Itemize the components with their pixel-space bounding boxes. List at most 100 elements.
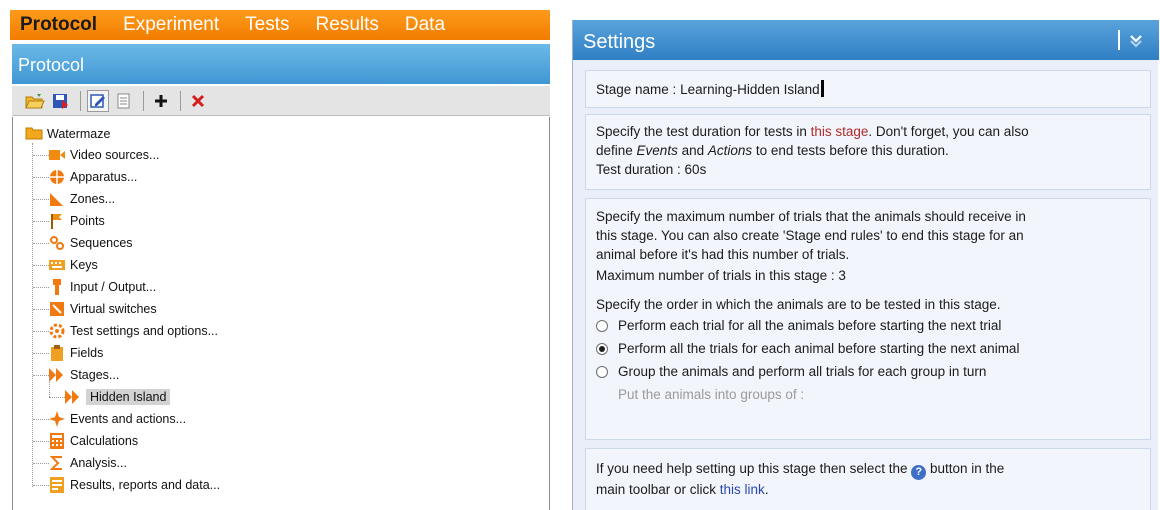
tree-connector (33, 309, 49, 310)
order-option-label: Perform each trial for all the animals b… (618, 318, 1002, 333)
edit-icon[interactable] (87, 89, 109, 112)
tree-connector (33, 441, 49, 442)
tree-item[interactable]: Points (49, 211, 105, 231)
stages-icon (65, 389, 81, 405)
trials-line-3: animal before it's had this number of tr… (596, 247, 850, 262)
delete-icon[interactable] (187, 90, 209, 112)
tree-item[interactable]: Video sources... (49, 145, 159, 165)
clipboard-icon (49, 345, 65, 361)
duration-text: . Don't forget, you can also (868, 124, 1029, 139)
tree-item-label: Virtual switches (70, 302, 157, 316)
tree-connector (33, 199, 49, 200)
order-options: Perform each trial for all the animals b… (596, 314, 1140, 383)
tree-connector (33, 265, 49, 266)
order-option-label: Group the animals and perform all trials… (618, 364, 987, 379)
report-icon (49, 477, 65, 493)
help-text: . (764, 482, 769, 497)
video-icon (49, 147, 65, 163)
order-option[interactable]: Group the animals and perform all trials… (596, 360, 1140, 383)
tree-connector (49, 377, 50, 397)
tree-item-label: Points (70, 214, 105, 228)
radio-button[interactable] (596, 342, 608, 355)
tree-connector (33, 419, 49, 420)
switch-icon (49, 301, 65, 317)
tree-item-label: Fields (70, 346, 104, 360)
test-duration-field[interactable]: Test duration : 60s (596, 160, 1140, 179)
duration-description: Specify the test duration for tests in t… (596, 122, 1140, 141)
stages-icon (49, 367, 65, 383)
duration-text: Specify the test duration for tests in (596, 124, 811, 139)
tree-item[interactable]: Test settings and options... (49, 321, 218, 341)
radio-selected-dot (599, 345, 605, 352)
collapse-icon[interactable] (1128, 32, 1144, 48)
stage-name-input[interactable]: Learning-Hidden Island (680, 82, 820, 97)
help-box: If you need help setting up this stage t… (585, 448, 1151, 510)
tree-item-label: Calculations (70, 434, 139, 448)
help-line-2: main toolbar or click this link. (596, 480, 1140, 499)
tree-item[interactable]: Analysis... (49, 453, 127, 473)
io-icon (49, 279, 65, 295)
tree-item-label: Hidden Island (86, 389, 171, 405)
help-link[interactable]: this link (720, 482, 765, 497)
tree-connector (33, 485, 49, 486)
tree-item-label: Video sources... (70, 148, 160, 162)
tree-item[interactable]: Apparatus... (49, 167, 137, 187)
groups-field[interactable]: Put the animals into groups of : (618, 385, 1140, 404)
tree-root[interactable]: Watermaze (25, 125, 110, 143)
stage-name-box: Stage name : Learning-Hidden Island (585, 70, 1151, 108)
gear-icon (49, 323, 65, 339)
protocol-toolbar (12, 86, 550, 116)
order-option[interactable]: Perform each trial for all the animals b… (596, 314, 1140, 337)
actions-term: Actions (707, 143, 753, 158)
tree-item[interactable]: Events and actions... (49, 409, 186, 429)
trials-box: Specify the maximum number of trials tha… (585, 198, 1151, 440)
tree-item[interactable]: Stages... (49, 365, 119, 385)
notes-icon[interactable] (113, 90, 135, 112)
save-icon[interactable] (50, 90, 72, 112)
tree-item[interactable]: Results, reports and data... (49, 475, 220, 495)
help-icon[interactable]: ? (911, 465, 927, 480)
tree-item[interactable]: Input / Output... (49, 277, 156, 297)
main-menu-bar: Protocol Experiment Tests Results Data (10, 10, 550, 40)
max-trials-field[interactable]: Maximum number of trials in this stage :… (596, 266, 1140, 285)
tree-item[interactable]: Sequences (49, 233, 133, 253)
events-term: Events (636, 143, 678, 158)
settings-title-text: Settings (583, 31, 656, 53)
tree-item[interactable]: Zones... (49, 189, 115, 209)
protocol-panel: Protocol Experiment Tests Results Data P… (10, 10, 550, 510)
radio-button[interactable] (596, 319, 608, 332)
folder-icon (25, 126, 43, 142)
menu-tests[interactable]: Tests (245, 14, 289, 36)
duration-text: define (596, 143, 637, 158)
menu-data[interactable]: Data (405, 14, 445, 36)
tree-connector (49, 397, 65, 398)
menu-results[interactable]: Results (316, 14, 379, 36)
add-icon[interactable] (150, 90, 172, 112)
menu-protocol[interactable]: Protocol (20, 14, 97, 36)
protocol-tree: Watermaze Video sources... Apparatus... Zo… (12, 117, 550, 510)
radio-button[interactable] (596, 365, 608, 378)
tree-item-label: Zones... (70, 192, 116, 206)
tree-item[interactable]: Virtual switches (49, 299, 157, 319)
tree-item-label: Stages... (70, 368, 120, 382)
sequences-icon (49, 235, 65, 251)
calculator-icon (49, 433, 65, 449)
tree-connector (32, 143, 33, 487)
this-stage-link[interactable]: this stage (811, 124, 869, 139)
order-option-label: Perform all the trials for each animal b… (618, 341, 1020, 356)
section-title: Protocol (12, 44, 550, 84)
tree-item[interactable]: Hidden Island (65, 387, 171, 407)
toolbar-divider (143, 90, 144, 111)
text-cursor (820, 80, 824, 97)
open-folder-icon[interactable] (24, 90, 46, 112)
order-option[interactable]: Perform all the trials for each animal b… (596, 337, 1140, 360)
tree-item[interactable]: Keys (49, 255, 98, 275)
tree-connector (33, 177, 49, 178)
menu-experiment[interactable]: Experiment (123, 14, 219, 36)
header-divider (1118, 30, 1120, 50)
help-line-1: If you need help setting up this stage t… (596, 459, 1140, 480)
tree-item[interactable]: Calculations (49, 431, 138, 451)
help-text: If you need help setting up this stage t… (596, 461, 912, 476)
tree-connector (33, 243, 49, 244)
tree-item[interactable]: Fields (49, 343, 103, 363)
